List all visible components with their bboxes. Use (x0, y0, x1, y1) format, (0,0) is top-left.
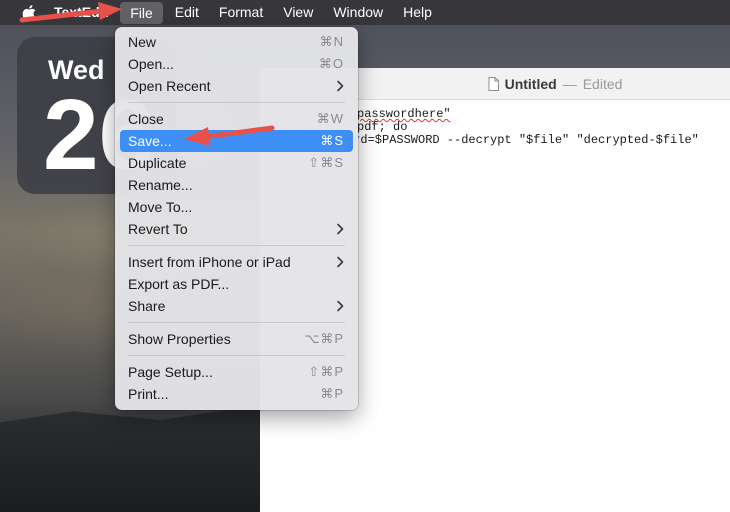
menu-item-new[interactable]: New ⌘N (120, 31, 353, 53)
menu-item-export-pdf[interactable]: Export as PDF... (120, 273, 353, 295)
menu-item-duplicate[interactable]: Duplicate ⇧⌘S (120, 152, 353, 174)
menu-separator (128, 102, 345, 103)
shortcut-label: ⌘S (320, 133, 344, 148)
menu-item-label: Print... (128, 386, 169, 402)
menu-item-label: Show Properties (128, 331, 231, 347)
menu-item-move-to[interactable]: Move To... (120, 196, 353, 218)
menu-item-label: Revert To (128, 221, 188, 237)
menu-item-share[interactable]: Share (120, 295, 353, 317)
menu-separator (128, 355, 345, 356)
menu-item-label: Export as PDF... (128, 276, 230, 292)
file-menu-dropdown: New ⌘N Open... ⌘O Open Recent Close ⌘W S… (115, 27, 358, 410)
shortcut-label: ⌘P (320, 386, 344, 401)
menu-item-label: Insert from iPhone or iPad (128, 254, 291, 270)
menu-item-label: Rename... (128, 177, 193, 193)
menu-item-page-setup[interactable]: Page Setup... ⇧⌘P (120, 361, 353, 383)
title-separator: — (562, 75, 577, 92)
shortcut-label: ⇧⌘S (308, 155, 344, 170)
menu-item-label: Share (128, 298, 166, 314)
shortcut-label: ⇧⌘P (308, 364, 344, 379)
menu-item-label: Page Setup... (128, 364, 213, 380)
menu-item-open[interactable]: Open... ⌘O (120, 53, 353, 75)
shortcut-label: ⌘O (318, 56, 344, 71)
document-icon (488, 76, 499, 91)
chevron-right-icon (337, 223, 344, 235)
annotation-arrow-file (19, 2, 122, 23)
menu-window[interactable]: Window (323, 0, 393, 25)
menu-item-label: Close (128, 111, 164, 127)
annotation-arrow-save (184, 125, 275, 146)
window-title: Untitled (504, 75, 557, 92)
shortcut-label: ⌥⌘P (304, 331, 344, 346)
menu-help[interactable]: Help (393, 0, 442, 25)
chevron-right-icon (337, 80, 344, 92)
menu-item-label: Save... (128, 133, 172, 149)
shortcut-label: ⌘N (319, 34, 344, 49)
menu-item-label: Duplicate (128, 155, 187, 171)
chevron-right-icon (337, 256, 344, 268)
menu-view[interactable]: View (273, 0, 323, 25)
menu-separator (128, 322, 345, 323)
menu-format[interactable]: Format (209, 0, 273, 25)
chevron-right-icon (337, 300, 344, 312)
menu-item-label: New (128, 34, 157, 50)
menu-item-print[interactable]: Print... ⌘P (120, 383, 353, 405)
menu-item-revert-to[interactable]: Revert To (120, 218, 353, 240)
menu-item-label: Open... (128, 56, 174, 72)
shortcut-label: ⌘W (316, 111, 344, 126)
menu-item-label: Open Recent (128, 78, 211, 94)
menu-item-label: Move To... (128, 199, 193, 215)
menu-item-rename[interactable]: Rename... (120, 174, 353, 196)
menu-item-open-recent[interactable]: Open Recent (120, 75, 353, 97)
menu-item-show-properties[interactable]: Show Properties ⌥⌘P (120, 328, 353, 350)
edited-status[interactable]: Edited (583, 76, 623, 92)
menu-item-insert-from-iphone[interactable]: Insert from iPhone or iPad (120, 251, 353, 273)
menu-separator (128, 245, 345, 246)
menu-edit[interactable]: Edit (165, 0, 209, 25)
